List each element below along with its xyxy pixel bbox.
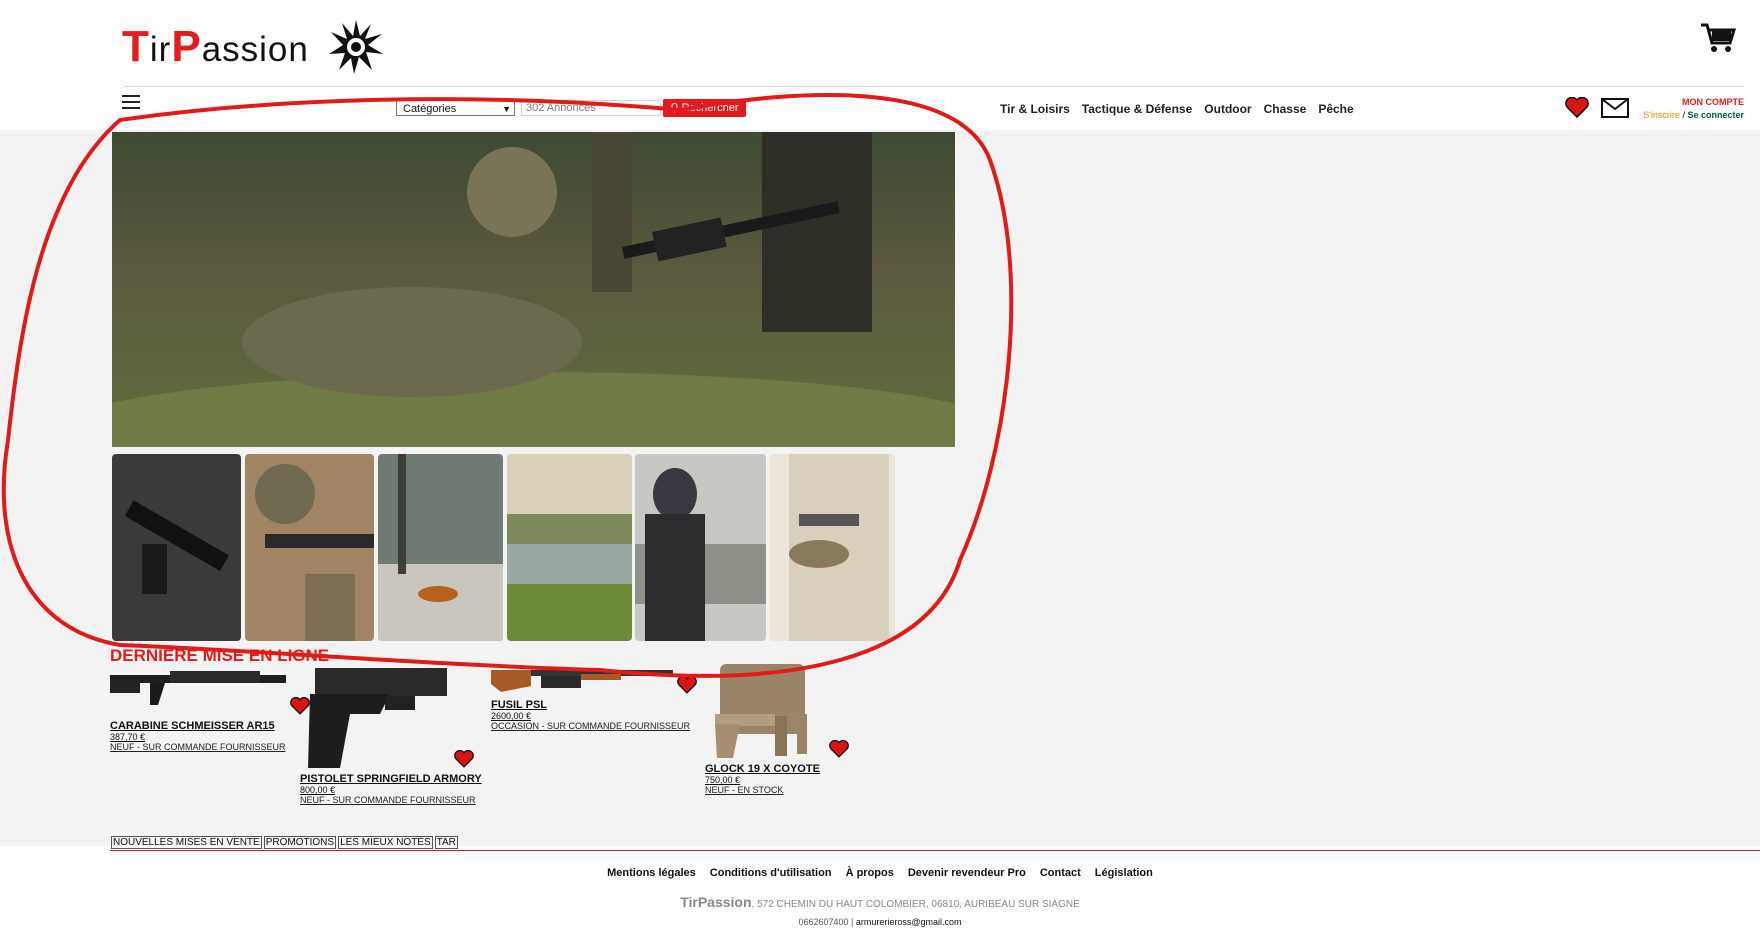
footer-link-pro[interactable]: Devenir revendeur Pro: [908, 867, 1026, 879]
cart-icon[interactable]: [1700, 22, 1736, 54]
account-title: MON COMPTE: [1682, 97, 1744, 107]
mail-icon[interactable]: [1601, 98, 1629, 118]
footer-brand-name: TirPassion: [680, 894, 752, 910]
search-button-label: Rechercher: [681, 102, 739, 114]
product-price: 2600,00 €: [491, 711, 532, 721]
product-image-pistol: [308, 668, 447, 768]
footer-phone: 0662607400: [798, 917, 849, 927]
product-card[interactable]: CARABINE SCHMEISSER AR15 387,70 € NEUF -…: [110, 665, 311, 753]
logo-burst-icon: [328, 20, 383, 74]
tab-new-listings[interactable]: NOUVELLES MISES EN VENTE: [111, 836, 262, 849]
footer-link-legislation[interactable]: Législation: [1095, 867, 1153, 879]
product-name[interactable]: GLOCK 19 X COYOTE: [705, 763, 849, 775]
product-name[interactable]: PISTOLET SPRINGFIELD ARMORY: [300, 773, 482, 785]
menu-hamburger-icon[interactable]: [122, 95, 140, 113]
nav-link-peche[interactable]: Pêche: [1318, 102, 1353, 116]
footer-contact: 0662607400 | armurerieross@gmail.com: [0, 917, 1760, 927]
thumbnail-image-revolver[interactable]: [769, 454, 895, 641]
product-price: 800,00 €: [300, 785, 336, 795]
search-icon: ⚲: [670, 102, 679, 114]
thumbnail-image-campfire[interactable]: [378, 454, 503, 641]
footer-link-about[interactable]: À propos: [846, 867, 894, 879]
hero-banner-image: [112, 132, 955, 447]
product-status: NEUF - SUR COMMANDE FOURNISSEUR: [110, 742, 286, 752]
account-separator: /: [1682, 110, 1685, 120]
login-link[interactable]: Se connecter: [1687, 110, 1744, 120]
main-nav: Tir & Loisirs Tactique & Défense Outdoor…: [1000, 102, 1354, 116]
logo-text: TirPassion: [122, 22, 309, 71]
tab-promotions[interactable]: PROMOTIONS: [263, 836, 337, 849]
product-price: 750,00 €: [705, 775, 741, 785]
tab-best-rated[interactable]: LES MIEUX NOTÉS: [338, 836, 433, 849]
footer-link-terms[interactable]: Conditions d'utilisation: [710, 867, 832, 879]
search-input[interactable]: [521, 100, 661, 116]
category-select[interactable]: Catégories ▼: [396, 100, 515, 116]
nav-link-tactique-defense[interactable]: Tactique & Défense: [1082, 102, 1192, 116]
section-title-latest: DERNIÈRE MISE EN LIGNE: [110, 646, 330, 665]
thumbnail-image-hunter[interactable]: [635, 454, 766, 641]
product-image-ar15: [110, 671, 286, 705]
product-name[interactable]: FUSIL PSL: [491, 699, 697, 711]
site-logo[interactable]: TirPassion: [122, 18, 385, 76]
footer-address-text: , 572 CHEMIN DU HAUT COLOMBIER, 06810, A…: [751, 899, 1080, 910]
footer-email[interactable]: armurerieross@gmail.com: [856, 917, 962, 927]
product-card[interactable]: PISTOLET SPRINGFIELD ARMORY 800,00 € NEU…: [300, 664, 482, 806]
product-card[interactable]: GLOCK 19 X COYOTE 750,00 € NEUF - EN STO…: [705, 664, 850, 796]
product-card[interactable]: FUSIL PSL 2600,00 € OCCASION - SUR COMMA…: [491, 664, 698, 732]
product-status: NEUF - EN STOCK: [705, 785, 784, 795]
favorite-heart-icon[interactable]: [454, 749, 475, 768]
thumbnail-image-rifle-bw[interactable]: [112, 454, 241, 641]
listing-tabs: NOUVELLES MISES EN VENTE PROMOTIONS LES …: [111, 836, 460, 849]
nav-link-chasse[interactable]: Chasse: [1264, 102, 1307, 116]
footer-link-legal[interactable]: Mentions légales: [607, 867, 696, 879]
product-image-glock: [715, 664, 807, 758]
nav-link-outdoor[interactable]: Outdoor: [1204, 102, 1251, 116]
product-status: OCCASION - SUR COMMANDE FOURNISSEUR: [491, 721, 691, 731]
thumbnail-image-soldier[interactable]: [245, 454, 374, 641]
header-divider: [124, 86, 1744, 87]
footer-link-contact[interactable]: Contact: [1040, 867, 1081, 879]
product-status: NEUF - SUR COMMANDE FOURNISSEUR: [300, 795, 476, 805]
account-block: MON COMPTE S'inscrire / Se connecter: [1638, 96, 1744, 122]
footer-divider: [110, 850, 1760, 851]
footer-contact-separator: |: [848, 917, 856, 927]
thumbnail-image-lake[interactable]: [507, 454, 632, 641]
search-button[interactable]: ⚲ Rechercher: [663, 99, 746, 117]
register-link[interactable]: S'inscrire: [1643, 110, 1680, 120]
product-image-psl: [491, 670, 673, 692]
nav-link-tir-loisirs[interactable]: Tir & Loisirs: [1000, 102, 1070, 116]
favorites-heart-icon[interactable]: [1565, 97, 1589, 118]
product-price: 387,70 €: [110, 732, 146, 742]
favorite-heart-icon[interactable]: [677, 675, 698, 694]
product-name[interactable]: CARABINE SCHMEISSER AR15: [110, 720, 310, 732]
favorite-heart-icon[interactable]: [829, 739, 850, 758]
chevron-down-icon: ▼: [502, 104, 511, 114]
footer-address: TirPassion, 572 CHEMIN DU HAUT COLOMBIER…: [0, 894, 1760, 910]
tab-tar[interactable]: TAR: [434, 836, 458, 849]
footer-links: Mentions légales Conditions d'utilisatio…: [0, 867, 1760, 879]
